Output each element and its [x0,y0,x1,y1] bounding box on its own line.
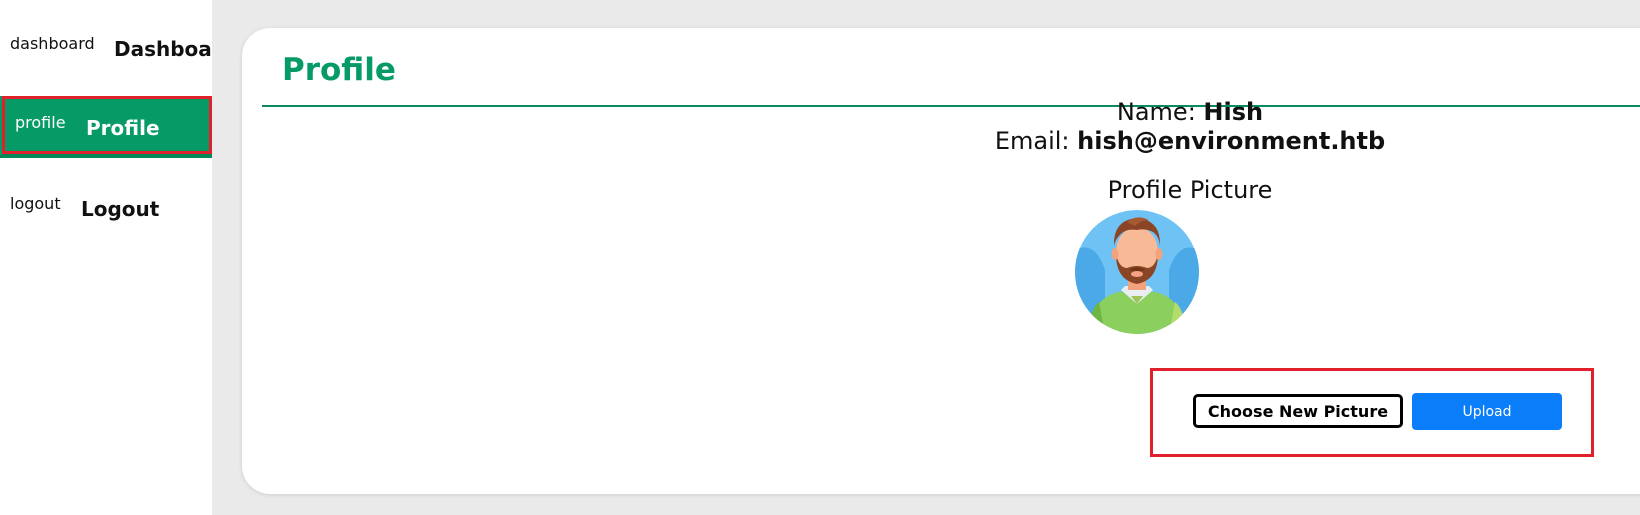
sidebar-item-dashboard[interactable]: dashboard Dashboard [0,30,212,86]
email-value: hish@environment.htb [1077,127,1386,155]
dashboard-icon-alt-text: dashboard [10,34,95,53]
profile-icon-alt-text: profile [15,113,66,132]
email-label: Email: [994,127,1070,155]
sidebar-item-label: Profile [86,116,160,140]
avatar [1075,210,1199,334]
upload-button[interactable]: Upload [1412,393,1562,430]
name-row: Name: Hish [890,98,1490,127]
logout-icon-alt-text: logout [10,194,61,213]
sidebar-item-profile[interactable]: profile Profile [0,96,212,158]
sidebar: dashboard Dashboard profile Profile logo… [0,0,212,515]
user-info: Name: Hish Email: hish@environment.htb [890,98,1490,156]
profile-picture-label: Profile Picture [1107,176,1273,204]
email-row: Email: hish@environment.htb [890,127,1490,156]
sidebar-item-label: Logout [81,197,160,221]
sidebar-item-label: Dashboard [114,37,212,61]
page-title: Profile [282,52,396,88]
name-value: Hish [1203,98,1264,126]
sidebar-item-logout[interactable]: logout Logout [0,190,212,246]
choose-picture-button[interactable]: Choose New Picture [1193,394,1403,428]
name-label: Name: [1116,98,1196,126]
